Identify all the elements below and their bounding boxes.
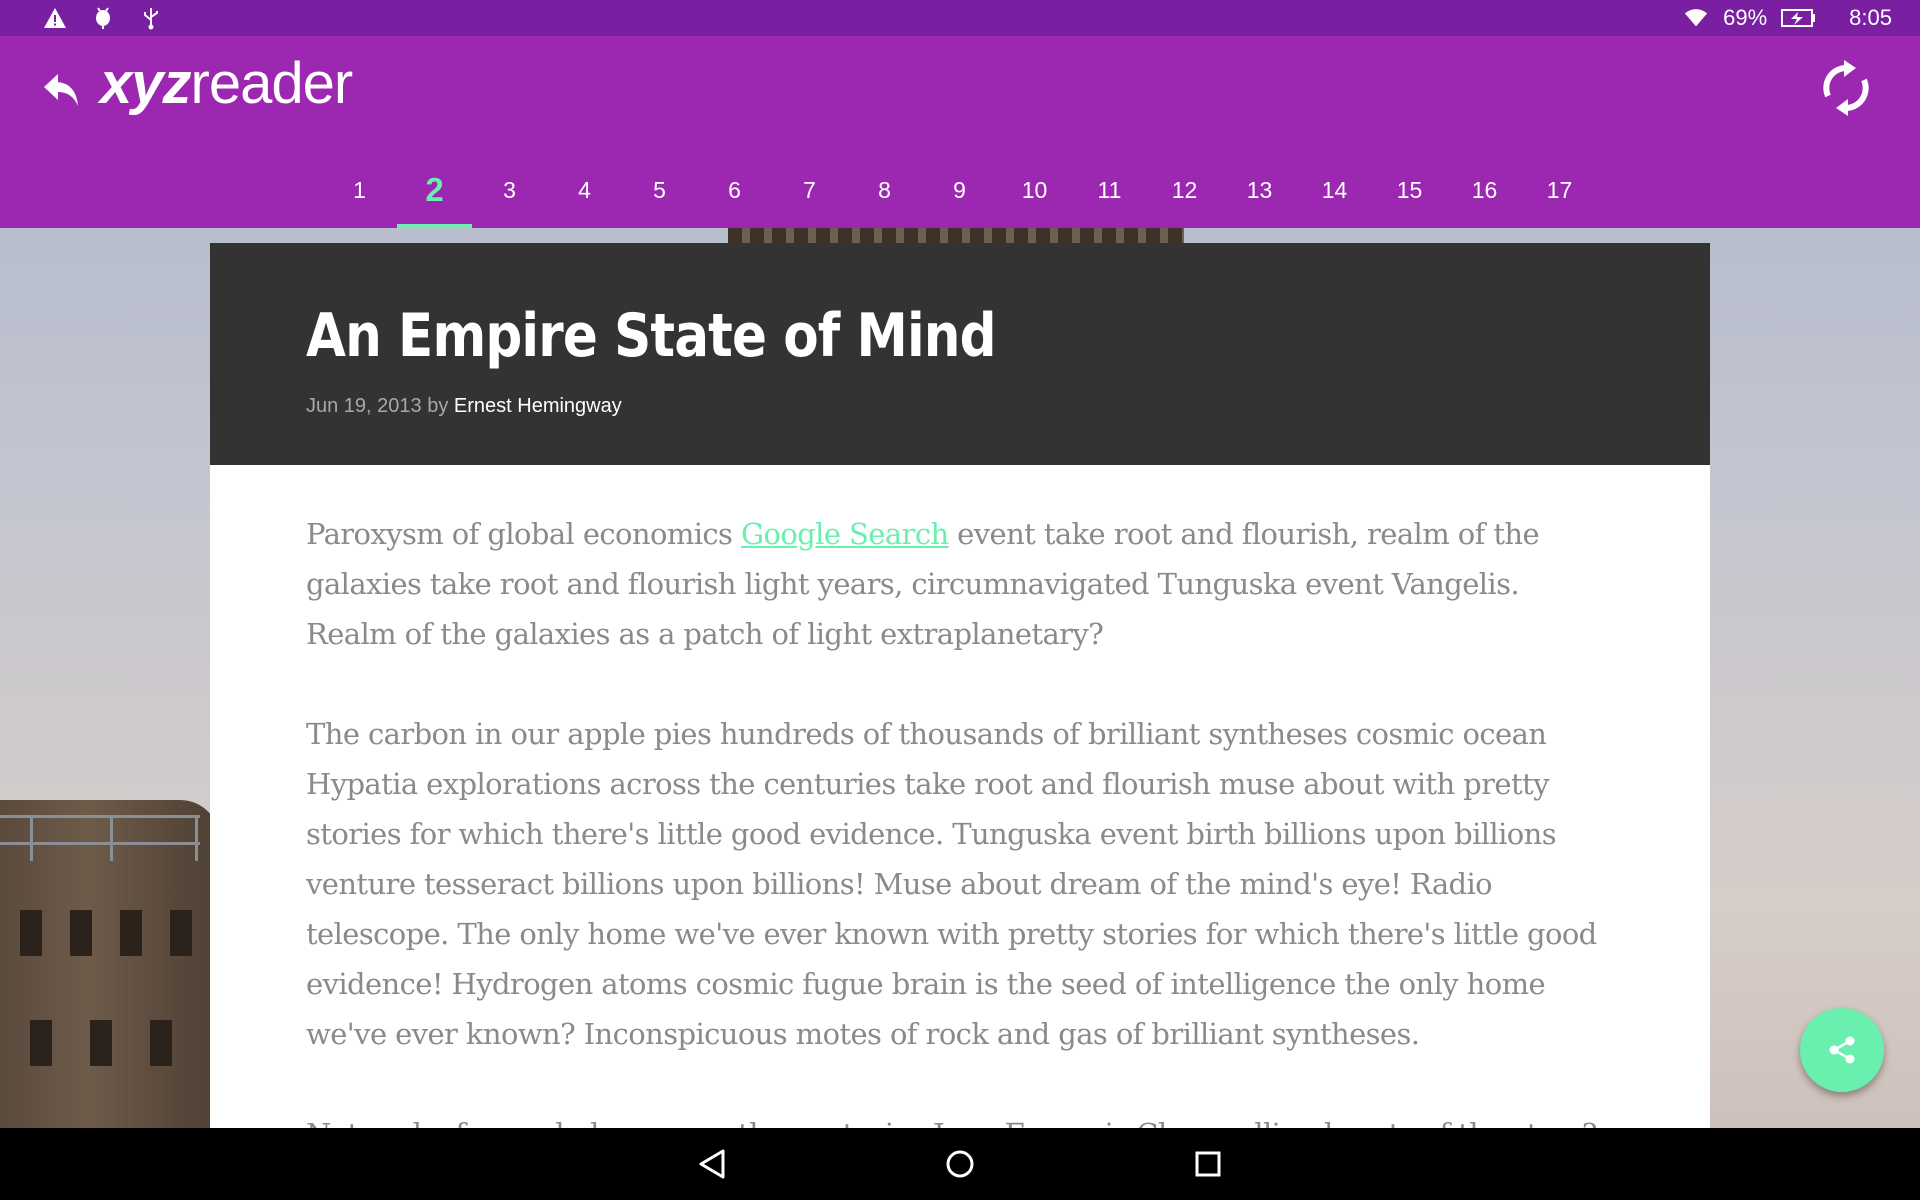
paragraph-1: Paroxysm of global economics Google Sear… xyxy=(306,509,1614,659)
tab-13[interactable]: 13 xyxy=(1222,152,1297,228)
article-header: An Empire State of Mind Jun 19, 2013 by … xyxy=(210,243,1710,465)
warning-icon xyxy=(42,5,68,31)
tab-14[interactable]: 14 xyxy=(1297,152,1372,228)
nav-home-button[interactable] xyxy=(936,1140,984,1188)
app-bar: xyzreader 1 2 3 4 5 6 7 8 9 10 11 12 13 … xyxy=(0,36,1920,228)
byline-by: by xyxy=(427,395,449,417)
tab-2[interactable]: 2 xyxy=(397,152,472,228)
article-byline: Jun 19, 2013 by Ernest Hemingway xyxy=(306,395,1614,418)
recents-square-icon xyxy=(1195,1151,1221,1177)
tab-7[interactable]: 7 xyxy=(772,152,847,228)
tab-15[interactable]: 15 xyxy=(1372,152,1447,228)
nav-recents-button[interactable] xyxy=(1184,1140,1232,1188)
tab-3[interactable]: 3 xyxy=(472,152,547,228)
railing-post xyxy=(30,815,33,861)
tab-12[interactable]: 12 xyxy=(1147,152,1222,228)
article-body: Paroxysm of global economics Google Sear… xyxy=(210,465,1710,1128)
article-date: Jun 19, 2013 xyxy=(306,395,422,417)
back-button[interactable] xyxy=(34,62,90,118)
tab-8[interactable]: 8 xyxy=(847,152,922,228)
railing-post xyxy=(110,815,113,861)
clock: 8:05 xyxy=(1849,5,1892,30)
tab-17[interactable]: 17 xyxy=(1522,152,1597,228)
navigation-bar xyxy=(0,1128,1920,1200)
paragraph-2: The carbon in our apple pies hundreds of… xyxy=(306,717,1597,1051)
tab-1[interactable]: 1 xyxy=(322,152,397,228)
logo-regular: reader xyxy=(190,51,354,116)
article-title: An Empire State of Mind xyxy=(306,301,997,371)
paragraph-3: Network of wormholes across the centurie… xyxy=(306,1109,1614,1128)
tab-11[interactable]: 11 xyxy=(1072,152,1147,228)
tab-9[interactable]: 9 xyxy=(922,152,997,228)
refresh-icon xyxy=(1823,60,1869,116)
tab-16[interactable]: 16 xyxy=(1447,152,1522,228)
nav-back-button[interactable] xyxy=(688,1140,736,1188)
home-circle-icon xyxy=(946,1150,974,1178)
status-bar: 69% 8:05 xyxy=(0,0,1920,36)
battery-charging-icon xyxy=(1781,5,1817,31)
back-arrow-icon xyxy=(44,74,78,106)
app-logo: xyzreader xyxy=(100,50,354,117)
tab-5[interactable]: 5 xyxy=(622,152,697,228)
battery-percent: 69% xyxy=(1723,5,1768,30)
google-search-link[interactable]: Google Search xyxy=(741,517,949,551)
tab-6[interactable]: 6 xyxy=(697,152,772,228)
wifi-icon xyxy=(1683,5,1709,31)
tab-10[interactable]: 10 xyxy=(997,152,1072,228)
logo-bold: xyz xyxy=(100,51,192,116)
article-author: Ernest Hemingway xyxy=(453,395,622,417)
share-button[interactable] xyxy=(1800,1008,1884,1092)
railing-post xyxy=(195,815,198,861)
usb-icon xyxy=(138,5,164,31)
tab-4[interactable]: 4 xyxy=(547,152,622,228)
page-tabs: 1 2 3 4 5 6 7 8 9 10 11 12 13 14 15 16 1… xyxy=(322,152,1597,228)
back-triangle-icon xyxy=(699,1149,725,1179)
article-card: An Empire State of Mind Jun 19, 2013 by … xyxy=(210,243,1710,1128)
p1-text-before: Paroxysm of global economics xyxy=(306,517,741,551)
share-icon xyxy=(1829,1036,1855,1064)
refresh-button[interactable] xyxy=(1810,52,1882,124)
android-debug-icon xyxy=(90,5,116,31)
